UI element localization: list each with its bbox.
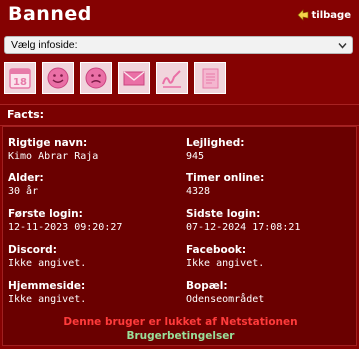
age-field: Alder: 30 år (8, 172, 44, 198)
hours-online-value: 4328 (186, 186, 211, 197)
signature-icon (162, 70, 181, 88)
homepage-value: Ikke angivet. (8, 294, 87, 305)
terms-link[interactable]: Brugerbetingelser (3, 330, 358, 342)
notebook-icon (202, 68, 219, 89)
first-login-label: Første login: (8, 208, 83, 220)
hours-online-field: Timer online: 4328 (186, 172, 264, 198)
mail-icon (123, 71, 145, 86)
homepage-label: Hjemmeside: (8, 280, 86, 292)
hours-online-label: Timer online: (186, 172, 265, 184)
apartment-field: Lejlighed: 945 (186, 137, 244, 163)
real-name-value: Kimo Abrar Raja (8, 151, 99, 162)
profile-icon-bar: 18 (4, 62, 226, 96)
last-login-field: Sidste login: 07-12-2024 17:08:21 (186, 208, 300, 234)
real-name-field: Rigtige navn: Kimo Abrar Raja (8, 137, 98, 163)
calendar-icon: 18 (9, 68, 31, 89)
sad-face-button[interactable] (80, 62, 112, 94)
page-title: Banned (8, 3, 92, 25)
first-login-value: 12-11-2023 09:20:27 (8, 222, 123, 233)
banned-notice: Denne bruger er lukket af Netstationen (63, 316, 298, 328)
smiley-icon (47, 67, 69, 89)
sad-face-icon (85, 67, 107, 89)
smiley-button[interactable] (42, 62, 74, 94)
facebook-field: Facebook: Ikke angivet. (186, 244, 264, 270)
last-login-value: 07-12-2024 17:08:21 (186, 222, 301, 233)
facebook-label: Facebook: (186, 244, 247, 256)
discord-field: Discord: Ikke angivet. (8, 244, 86, 270)
calendar-day: 18 (13, 77, 27, 88)
apartment-value: 945 (186, 151, 205, 162)
residence-field: Bopæl: Odenseområdet (186, 280, 264, 306)
facts-header: Facts: (0, 104, 359, 126)
facebook-value: Ikke angivet. (186, 258, 265, 269)
chevron-down-icon (338, 43, 347, 49)
last-login-label: Sidste login: (186, 208, 261, 220)
back-arrow-icon (297, 9, 308, 21)
facts-heading: Facts: (7, 108, 45, 121)
age-label: Alder: (8, 172, 44, 184)
guestbook-button[interactable]: 18 (4, 62, 36, 94)
header-bar: Banned tilbage (0, 0, 359, 32)
first-login-field: Første login: 12-11-2023 09:20:27 (8, 208, 122, 234)
homepage-field: Hjemmeside: Ikke angivet. (8, 280, 86, 306)
discord-value: Ikke angivet. (8, 258, 87, 269)
back-link[interactable]: tilbage (297, 9, 351, 21)
facts-panel: Rigtige navn: Kimo Abrar Raja Lejlighed:… (2, 126, 357, 346)
residence-value: Odenseområdet (186, 294, 265, 305)
apartment-label: Lejlighed: (186, 137, 245, 149)
discord-label: Discord: (8, 244, 57, 256)
age-value: 30 år (8, 186, 39, 197)
back-link-label: tilbage (311, 9, 351, 21)
real-name-label: Rigtige navn: (8, 137, 88, 149)
send-mail-button[interactable] (118, 62, 150, 94)
signature-button[interactable] (156, 62, 188, 94)
residence-label: Bopæl: (186, 280, 228, 292)
notebook-button[interactable] (194, 62, 226, 94)
info-page-select[interactable]: Vælg infoside: (4, 36, 353, 54)
info-page-select-value: Vælg infoside: (11, 39, 78, 51)
